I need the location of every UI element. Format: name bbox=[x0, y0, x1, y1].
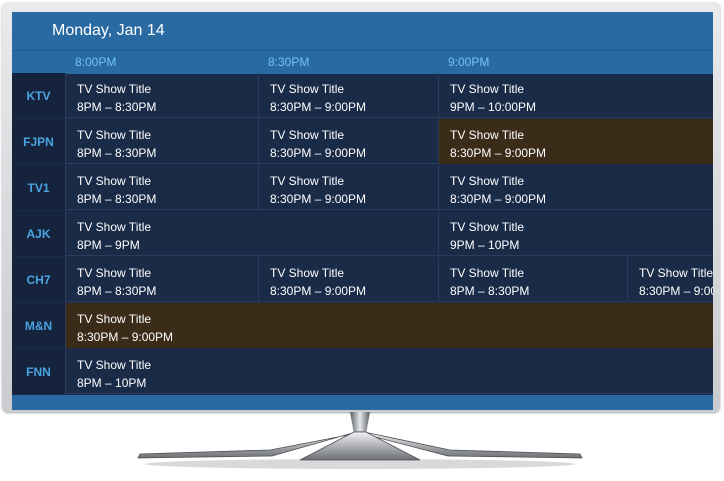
program-time: 8:30PM – 9:00PM bbox=[270, 192, 367, 206]
tv-frame: Monday, Jan 14 8:00PM 8:30PM 9:00PM KTV … bbox=[2, 2, 720, 412]
program-time: 8PM – 8:30PM bbox=[77, 100, 157, 114]
time-slot-label: 9:00PM bbox=[448, 55, 490, 69]
program-title: TV Show Title bbox=[450, 82, 525, 96]
time-slot-label: 8:30PM bbox=[268, 55, 310, 69]
program-cell[interactable]: TV Show Title 8:30PM – 9:00PM bbox=[258, 165, 438, 210]
guide-header: Monday, Jan 14 bbox=[12, 12, 713, 50]
program-title: TV Show Title bbox=[77, 128, 152, 142]
program-title: TV Show Title bbox=[77, 266, 152, 280]
time-slot-label: 8:00PM bbox=[75, 55, 117, 69]
channel-label: CH7 bbox=[12, 257, 65, 302]
stand-shadow bbox=[145, 459, 575, 469]
program-time: 8PM – 9PM bbox=[77, 238, 140, 252]
program-cell[interactable]: TV Show Title 8PM – 8:30PM bbox=[65, 119, 258, 164]
program-cell[interactable]: TV Show Title 8PM – 8:30PM bbox=[65, 165, 258, 210]
channel-row-ktv: KTV TV Show Title 8PM – 8:30PM TV Show T… bbox=[12, 73, 713, 118]
program-cell[interactable]: TV Show Title 9PM – 10PM bbox=[438, 211, 713, 256]
program-cell[interactable]: TV Show Title 8:30PM – 9:00PM bbox=[438, 165, 713, 210]
channel-label: FJPN bbox=[12, 119, 65, 164]
program-time: 8:30PM – 9:00PM bbox=[450, 192, 547, 206]
program-title: TV Show Title bbox=[450, 266, 525, 280]
program-title: TV Show Title bbox=[270, 128, 345, 142]
channel-row-tv1: TV1 TV Show Title 8PM – 8:30PM TV Show T… bbox=[12, 165, 713, 210]
guide-date: Monday, Jan 14 bbox=[52, 22, 165, 39]
channel-row-ch7: CH7 TV Show Title 8PM – 8:30PM TV Show T… bbox=[12, 257, 713, 302]
program-title: TV Show Title bbox=[450, 128, 525, 142]
channel-row-ajk: AJK TV Show Title 8PM – 9PM TV Show Titl… bbox=[12, 211, 713, 256]
program-time: 8:30PM – 9:00PM bbox=[270, 146, 367, 160]
program-time: 8:30PM – 9:00PM bbox=[639, 284, 713, 298]
program-title: TV Show Title bbox=[270, 82, 345, 96]
program-grid: KTV TV Show Title 8PM – 8:30PM TV Show T… bbox=[12, 73, 713, 395]
program-title: TV Show Title bbox=[450, 220, 525, 234]
program-cell[interactable]: TV Show Title 8PM – 8:30PM bbox=[65, 73, 258, 118]
channel-label: M&N bbox=[12, 303, 65, 348]
program-title: TV Show Title bbox=[77, 82, 152, 96]
program-title: TV Show Title bbox=[77, 312, 152, 326]
channel-label: KTV bbox=[12, 73, 65, 118]
program-title: TV Show Title bbox=[77, 220, 152, 234]
program-cell-selected[interactable]: TV Show Title 8:30PM – 9:00PM bbox=[65, 303, 713, 348]
program-cell-selected[interactable]: TV Show Title 8:30PM – 9:00PM bbox=[438, 119, 713, 164]
program-cell[interactable]: TV Show Title 8PM – 8:30PM bbox=[65, 257, 258, 302]
channel-label: AJK bbox=[12, 211, 65, 256]
program-cell[interactable]: TV Show Title 8PM – 8:30PM bbox=[438, 257, 627, 302]
program-cell[interactable]: TV Show Title 8PM – 10PM bbox=[65, 349, 713, 394]
program-cell[interactable]: TV Show Title 8:30PM – 9:00PM bbox=[627, 257, 713, 302]
tv-screen: Monday, Jan 14 8:00PM 8:30PM 9:00PM KTV … bbox=[12, 12, 713, 410]
program-cell[interactable]: TV Show Title 8:30PM – 9:00PM bbox=[258, 119, 438, 164]
program-time: 8PM – 8:30PM bbox=[77, 146, 157, 160]
program-title: TV Show Title bbox=[450, 174, 525, 188]
channel-label: TV1 bbox=[12, 165, 65, 210]
program-time: 8:30PM – 9:00PM bbox=[270, 100, 367, 114]
channel-row-fnn: FNN TV Show Title 8PM – 10PM bbox=[12, 349, 713, 394]
program-title: TV Show Title bbox=[639, 266, 713, 280]
program-time: 8:30PM – 9:00PM bbox=[450, 146, 547, 160]
stand-leg-front bbox=[299, 431, 421, 461]
program-time: 9PM – 10PM bbox=[450, 238, 520, 252]
time-slot-bar: 8:00PM 8:30PM 9:00PM bbox=[12, 50, 713, 74]
program-time: 8PM – 8:30PM bbox=[77, 284, 157, 298]
program-title: TV Show Title bbox=[270, 266, 345, 280]
program-title: TV Show Title bbox=[77, 358, 152, 372]
tv-stand bbox=[137, 412, 583, 469]
stand-neck bbox=[350, 412, 370, 434]
channel-row-mn: M&N TV Show Title 8:30PM – 9:00PM bbox=[12, 303, 713, 348]
guide-footer-bar bbox=[12, 395, 713, 410]
channel-label: FNN bbox=[12, 349, 65, 394]
program-cell[interactable]: TV Show Title 9PM – 10:00PM bbox=[438, 73, 713, 118]
program-time: 8PM – 10PM bbox=[77, 376, 147, 390]
program-cell[interactable]: TV Show Title 8PM – 9PM bbox=[65, 211, 438, 256]
program-title: TV Show Title bbox=[77, 174, 152, 188]
program-time: 8:30PM – 9:00PM bbox=[270, 284, 367, 298]
program-cell[interactable]: TV Show Title 8:30PM – 9:00PM bbox=[258, 257, 438, 302]
program-title: TV Show Title bbox=[270, 174, 345, 188]
program-time: 8:30PM – 9:00PM bbox=[77, 330, 174, 344]
channel-row-fjpn: FJPN TV Show Title 8PM – 8:30PM TV Show … bbox=[12, 119, 713, 164]
program-time: 9PM – 10:00PM bbox=[450, 100, 537, 114]
program-time: 8PM – 8:30PM bbox=[77, 192, 157, 206]
program-cell[interactable]: TV Show Title 8:30PM – 9:00PM bbox=[258, 73, 438, 118]
program-time: 8PM – 8:30PM bbox=[450, 284, 530, 298]
